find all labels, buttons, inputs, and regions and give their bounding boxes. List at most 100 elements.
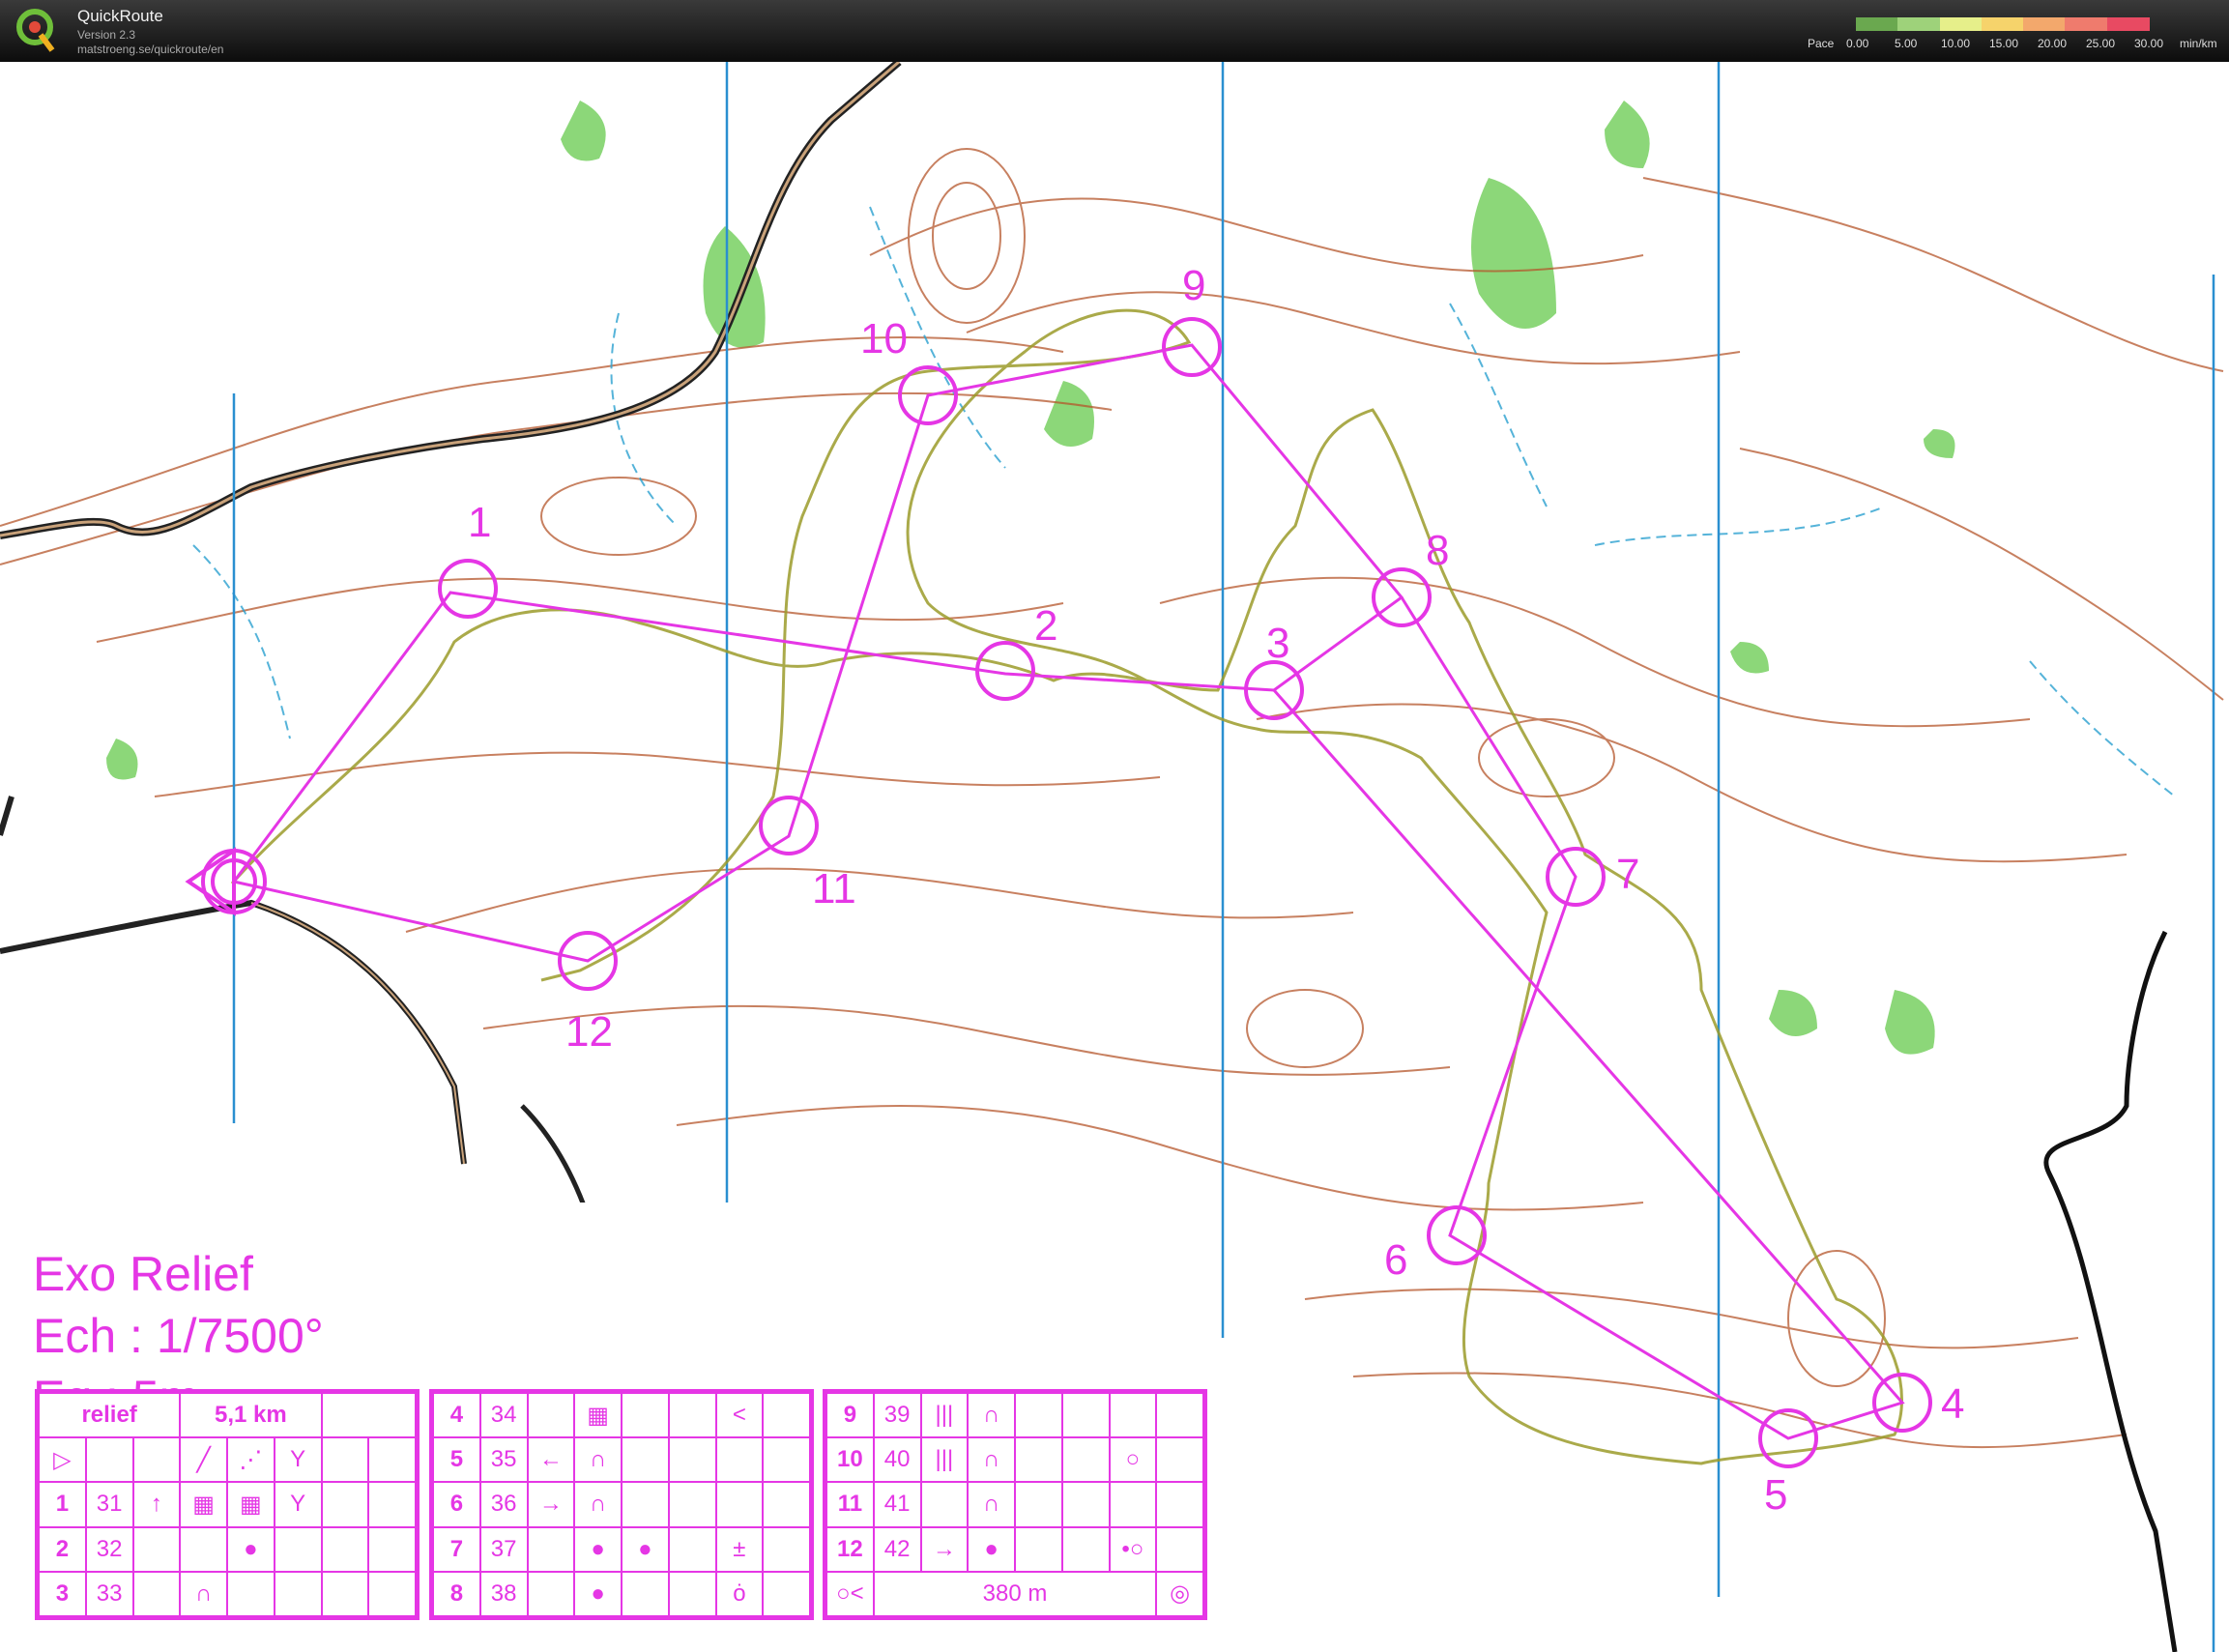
desc-row-num: 7 [432,1525,481,1573]
pace-tick: 25.00 [2086,37,2116,50]
south-road [0,899,467,1165]
desc-row-num: 3 [38,1570,87,1618]
dot-icon: ● [573,1525,622,1573]
desc-row-code: 37 [478,1525,529,1573]
side-icon: ȯ [714,1570,765,1618]
app-url-link[interactable]: matstroeng.se/quickroute/en [77,43,223,56]
desc-row-num: 9 [825,1391,875,1439]
control-9-label: 9 [1182,262,1205,309]
desc-row-code: 42 [872,1525,922,1573]
pace-tick: 30.00 [2134,37,2164,50]
desc-row-num: 10 [825,1436,875,1484]
control-7-label: 7 [1616,851,1639,898]
desc-row-num: 11 [825,1481,875,1528]
desc-row-num: 6 [432,1481,481,1528]
desc-row-code: 32 [84,1525,134,1573]
desc-row-num: 8 [432,1570,481,1618]
pace-label: Pace [1808,37,1835,50]
pace-gradient-bar [1856,17,2150,31]
control-6-label: 6 [1384,1236,1407,1284]
dot-icon: ● [573,1570,622,1618]
pace-tick: 0.00 [1846,37,1869,50]
description-card-left: relief 5,1 km ▷ ╱ ⋰ Y 1 31 ↑ ▦ ▦ Y 2 32 ● 3 33… [35,1389,420,1620]
quickroute-logo-icon [16,9,55,52]
desc-row-num: 12 [825,1525,875,1573]
vegetation-icon: ▦ [179,1481,228,1528]
control-10-label: 10 [860,315,908,362]
arrow-up-icon: ↑ [131,1481,182,1528]
description-card-right: 9 39 ||| ∩ 10 40 ||| ∩ ○ 11 41 ∩ 12 42 → ● •○… [823,1389,1207,1620]
control-labels: 1 2 3 4 5 6 7 8 9 10 11 12 [468,262,1964,1519]
arrow-left-icon: ← [526,1436,576,1484]
pace-legend: Pace 0.00 5.00 10.00 15.00 20.00 25.00 3… [1808,15,2223,54]
desc-row-code: 31 [84,1481,134,1528]
control-1-label: 1 [468,499,491,546]
control-8-label: 8 [1426,527,1449,574]
desc-row-code: 38 [478,1570,529,1618]
spur-icon: ∩ [967,1481,1016,1528]
control-4-label: 4 [1941,1380,1964,1428]
control-2-label: 2 [1034,602,1057,650]
junction-icon: Y [273,1481,323,1528]
spur-icon: ∩ [967,1436,1016,1484]
desc-row-code: 40 [872,1436,922,1484]
finish-icon: ◎ [1155,1570,1204,1618]
finish-distance: 380 m [872,1570,1158,1618]
control-3-label: 3 [1266,620,1289,667]
control-11-label: 11 [812,865,856,913]
between-icon: ± [714,1525,765,1573]
bend-icon: < [714,1391,765,1439]
pace-color-segment [2106,17,2150,31]
course-length: 5,1 km [179,1391,323,1439]
desc-row-num: 1 [38,1481,87,1528]
desc-row-num: 2 [38,1525,87,1573]
app-version: Version 2.3 [77,28,136,42]
control-12-label: 12 [565,1008,613,1056]
course-name: relief [37,1391,182,1439]
pace-tick: 5.00 [1895,37,1918,50]
map-scale: Ech : 1/7500° [33,1309,324,1363]
desc-row-num: 4 [432,1391,481,1439]
app-header: QuickRoute Version 2.3 matstroeng.se/qui… [0,0,2229,62]
spur-icon: ∩ [967,1391,1016,1439]
arrow-right-icon: → [526,1481,576,1528]
arrow-right-icon: → [919,1525,970,1573]
pace-color-segment [1897,17,1941,31]
control-11-circle[interactable] [759,796,819,855]
circle-icon: ○ [1108,1436,1158,1484]
spur-icon: ∩ [573,1436,622,1484]
spur-icon: ∩ [573,1481,622,1528]
road-stub [0,796,14,836]
east-road [2043,930,2178,1652]
vegetation-areas [106,101,1955,1055]
pace-color-segment [1939,17,1983,31]
dot-icon: ● [967,1525,1016,1573]
desc-row-code: 41 [872,1481,922,1528]
pace-tick: 15.00 [1989,37,2019,50]
pace-unit: min/km [2180,37,2217,50]
desc-row-code: 35 [478,1436,529,1484]
app-title: QuickRoute [77,7,163,25]
gully-icon: ||| [919,1391,970,1439]
side-icon: •○ [1108,1525,1158,1573]
vegetation-icon: ▦ [226,1481,275,1528]
desc-row-code: 33 [84,1570,134,1618]
spur-icon: ∩ [179,1570,228,1618]
dot-icon: ● [226,1525,275,1573]
pace-color-segment [1856,17,1899,31]
south-road-fill [250,902,465,1165]
orienteering-map[interactable]: 1 2 3 4 5 6 7 8 9 10 11 12 Exo Relief Ec… [0,62,2229,1652]
desc-row-code: 39 [872,1391,922,1439]
pace-color-segment [1981,17,2025,31]
pace-tick: 20.00 [2038,37,2068,50]
finish-route-icon: ○< [825,1570,875,1618]
control-1-circle[interactable] [438,559,498,619]
vegetation-icon: ▦ [573,1391,622,1439]
pace-tick: 10.00 [1941,37,1971,50]
start-symbol-icon: ▷ [38,1436,87,1484]
desc-row-num: 5 [432,1436,481,1484]
pace-color-segment [2023,17,2067,31]
gully-icon: ||| [919,1436,970,1484]
desc-row-code: 34 [478,1391,529,1439]
desc-row-code: 36 [478,1481,529,1528]
